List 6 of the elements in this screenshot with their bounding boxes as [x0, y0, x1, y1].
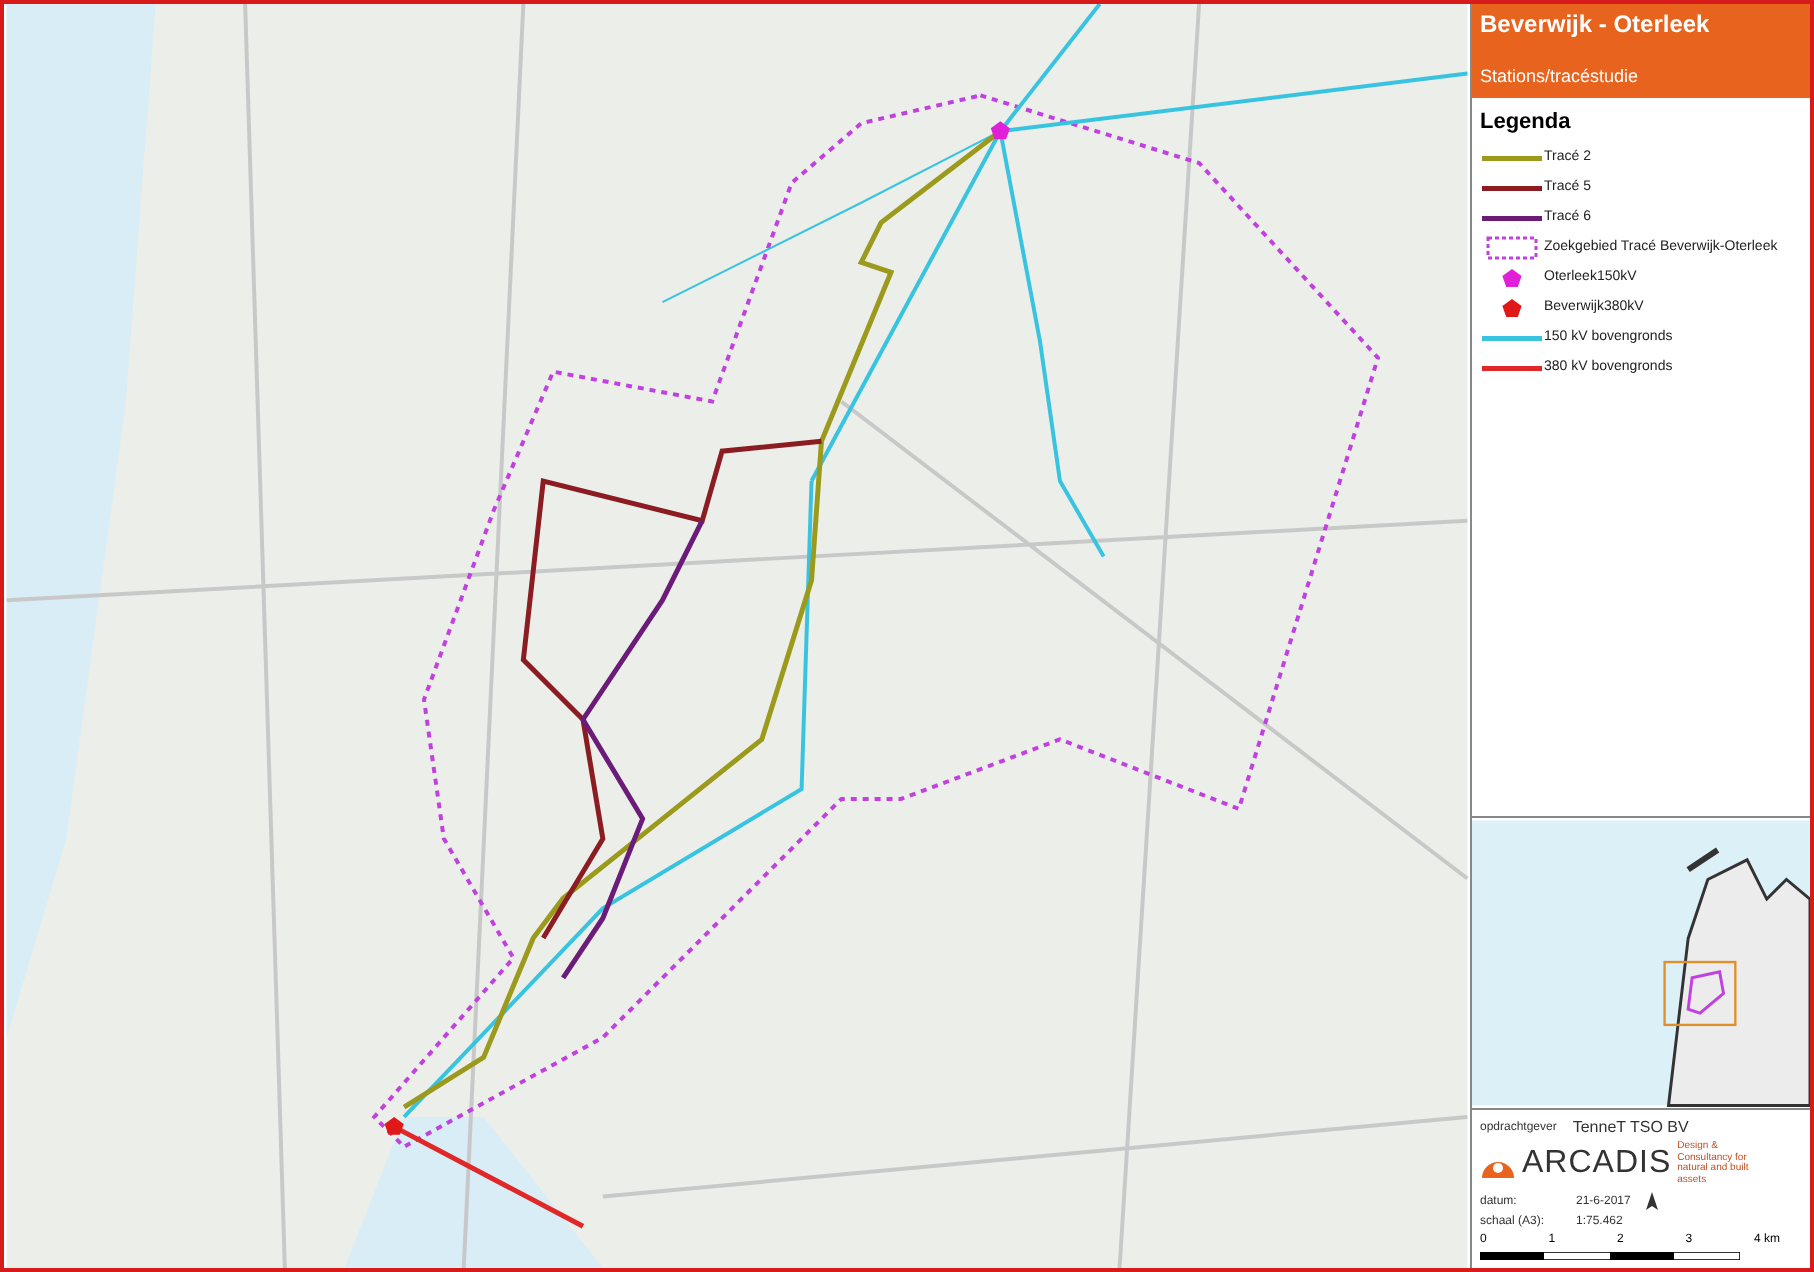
north-arrow-icon [1646, 1192, 1659, 1210]
map-subtitle: Stations/tracéstudie [1480, 66, 1641, 86]
legend-title: Legenda [1480, 110, 1573, 134]
logo-wordmark: ARCADIS [1522, 1146, 1672, 1182]
client-name: TenneT TSO BV [1572, 1118, 1689, 1136]
map-title: Beverwijk - Oterleek [1480, 10, 1712, 38]
